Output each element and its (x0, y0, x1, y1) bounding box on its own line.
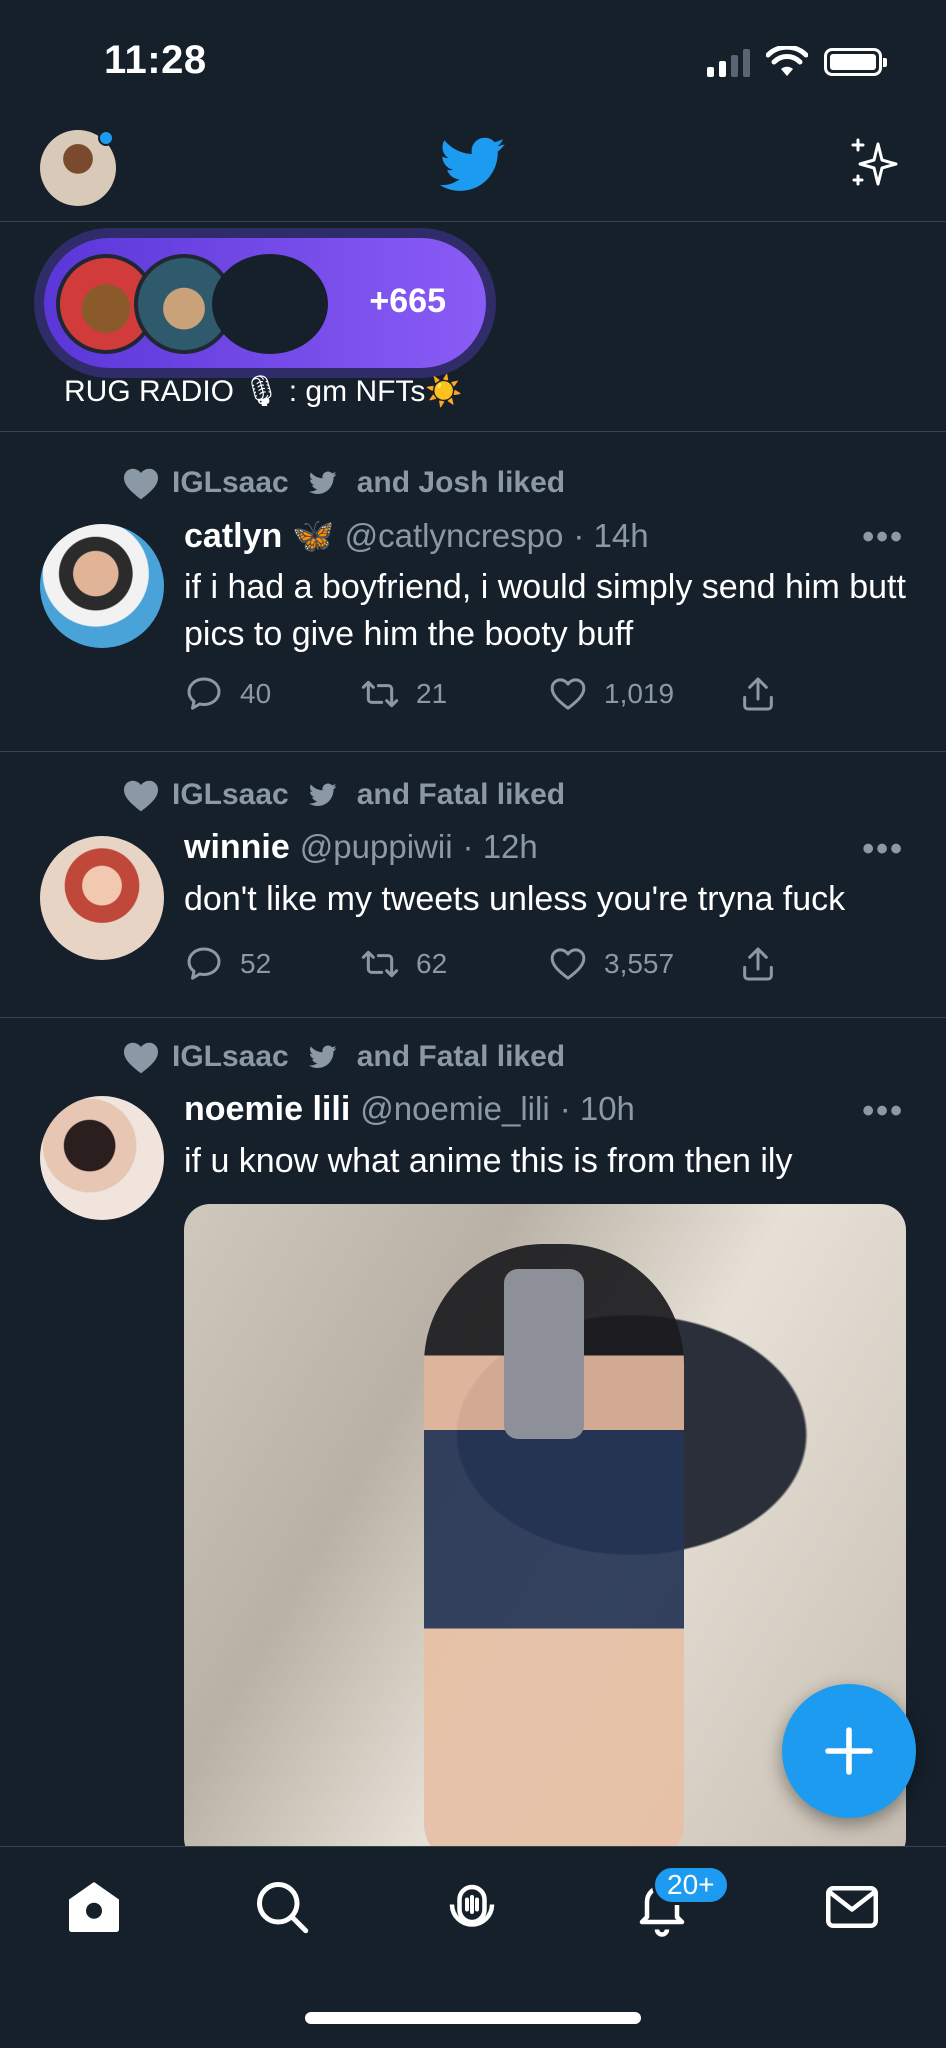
profile-avatar[interactable] (40, 130, 116, 206)
retweet-count: 21 (416, 678, 448, 709)
space-title[interactable]: RUG RADIO 🎙 : gm NFTs☀️ (64, 374, 463, 409)
tweet-time: · 12h (462, 828, 538, 865)
tweet-text: if u know what anime this is from then i… (184, 1142, 793, 1180)
like-button[interactable]: 3,557 (548, 944, 738, 984)
twitter-home-timeline: 11:28 +665 RUG RADIO 🎙: gm NFTs☀️ IGLsa… (0, 0, 946, 2048)
author-handle[interactable]: @catlyncrespo (345, 517, 564, 555)
status-bar: 11:28 (0, 0, 946, 120)
search-tab[interactable] (252, 1877, 312, 1937)
tweet-time: · 10h (559, 1090, 635, 1127)
like-icon (550, 678, 586, 710)
battery-icon (824, 48, 887, 76)
reply-button[interactable]: 40 (184, 674, 360, 714)
reply-icon (187, 677, 221, 710)
social-context: IGLsaac and Fatal liked (122, 1040, 565, 1074)
reply-button[interactable]: 52 (184, 944, 360, 984)
avatar[interactable] (40, 524, 164, 648)
heart-icon (124, 1042, 158, 1074)
spaces-icon (449, 1884, 495, 1927)
butterfly-emoji: 🦋 (292, 517, 335, 555)
status-icons (707, 46, 887, 78)
author-name[interactable]: winnie (184, 828, 290, 867)
retweet-icon (361, 680, 399, 708)
heart-icon (124, 468, 158, 500)
social-context-text: and Fatal liked (356, 1040, 566, 1073)
like-count: 1,019 (604, 678, 675, 709)
space-listener-count: +665 (369, 282, 446, 320)
more-options-icon[interactable]: ••• (862, 830, 904, 869)
avatar[interactable] (40, 836, 164, 960)
home-tab[interactable] (64, 1877, 124, 1937)
social-context-user[interactable]: IGLsaac (172, 466, 289, 500)
tweet-actions: 52 62 3,557 (184, 944, 794, 984)
space-speaker-avatar (212, 254, 328, 354)
home-icon (69, 1882, 119, 1932)
tweet-header: winnie @puppiwii · 12h (184, 828, 538, 867)
author-name[interactable]: catlyn (184, 517, 282, 556)
author-handle[interactable]: @noemie_lili (360, 1090, 549, 1128)
avatar[interactable] (40, 1096, 164, 1220)
tweet[interactable]: IGLsaac and Josh liked catlyn 🦋 @catlync… (0, 432, 946, 752)
tweet-text: if i had a boyfriend, i would simply sen… (184, 568, 906, 653)
share-button[interactable] (738, 674, 778, 714)
compose-tweet-button[interactable] (782, 1684, 916, 1818)
like-button[interactable]: 1,019 (548, 674, 738, 714)
retweet-button[interactable]: 62 (360, 944, 548, 984)
verified-bird-icon (308, 783, 337, 806)
social-context-text: and Josh liked (356, 466, 566, 499)
more-options-icon[interactable]: ••• (862, 518, 904, 557)
reply-icon (187, 947, 221, 980)
tweet-header: catlyn 🦋 @catlyncrespo · 14h (184, 516, 649, 556)
share-icon (743, 947, 773, 981)
tweet-actions: 40 21 1,019 (184, 674, 794, 714)
like-count: 3,557 (604, 948, 675, 979)
retweet-button[interactable]: 21 (360, 674, 548, 714)
verified-bird-icon (308, 471, 337, 494)
tweet-header: noemie lili @noemie_lili · 10h (184, 1090, 635, 1129)
spaces-bar: +665 RUG RADIO 🎙 : gm NFTs☀️ (0, 222, 946, 432)
messages-icon (826, 1886, 878, 1928)
social-context-user[interactable]: IGLsaac (172, 778, 289, 812)
social-context-text: and Fatal liked (356, 778, 566, 811)
space-pill[interactable]: +665 (44, 238, 486, 368)
sparkle-icon[interactable] (846, 134, 906, 194)
share-button[interactable] (738, 944, 778, 984)
social-context: IGLsaac and Fatal liked (122, 778, 565, 812)
social-context-user[interactable]: IGLsaac (172, 1040, 289, 1074)
search-icon (257, 1882, 309, 1934)
spaces-tab[interactable] (442, 1877, 502, 1937)
home-indicator[interactable] (305, 2012, 641, 2024)
retweet-count: 62 (416, 948, 448, 979)
verified-bird-icon (308, 1045, 337, 1068)
reply-count: 40 (240, 678, 272, 709)
retweet-icon (361, 950, 399, 978)
social-context: IGLsaac and Josh liked (122, 466, 565, 500)
reply-count: 52 (240, 948, 272, 979)
heart-icon (124, 780, 158, 812)
photo-phone (504, 1269, 584, 1439)
twitter-logo-icon[interactable] (440, 136, 506, 194)
top-navigation (0, 120, 946, 222)
wifi-icon (766, 46, 808, 76)
share-icon (743, 677, 773, 711)
more-options-icon[interactable]: ••• (862, 1092, 904, 1131)
status-time: 11:28 (104, 38, 207, 82)
plus-icon (825, 1727, 873, 1775)
like-icon (550, 948, 586, 980)
tweet-text: don't like my tweets unless you're tryna… (184, 880, 846, 918)
notifications-badge: 20+ (652, 1865, 730, 1905)
notification-dot (98, 130, 114, 146)
tweet[interactable]: IGLsaac and Fatal liked winnie @puppiwii… (0, 752, 946, 1018)
tweet-time: · 14h (573, 517, 649, 554)
author-name[interactable]: noemie lili (184, 1090, 350, 1129)
cellular-signal-icon (707, 47, 750, 77)
messages-tab[interactable] (822, 1877, 882, 1937)
author-handle[interactable]: @puppiwii (300, 828, 453, 866)
